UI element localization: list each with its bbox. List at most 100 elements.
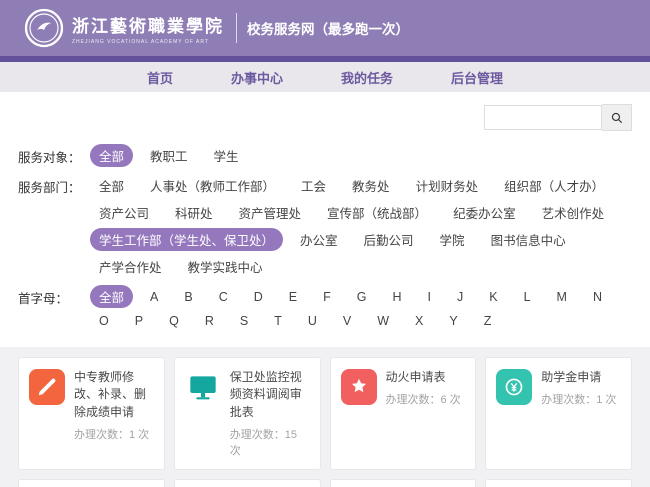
service-cards-grid: 中专教师修改、补录、删除成绩申请办理次数：1 次保卫处监控视频资料调阅审批表办理… [18,357,632,487]
filter-option[interactable]: K [480,288,506,306]
filter-row-service-target: 服务对象：全部教职工学生 [18,144,632,167]
filter-option[interactable]: 教职工 [141,144,197,167]
filter-option[interactable]: 后勤公司 [355,228,423,251]
service-card-body: 助学金申请办理次数：1 次 [541,369,616,458]
filter-option[interactable]: 工会 [292,174,335,197]
filter-option[interactable]: 资产公司 [90,201,158,224]
filter-option[interactable]: 教务处 [343,174,399,197]
filter-option[interactable]: H [383,288,410,306]
filter-option[interactable]: S [231,312,257,330]
filter-options-service-target: 全部教职工学生 [90,144,632,167]
nav-item-3[interactable]: 后台管理 [451,68,503,87]
filter-option[interactable]: 学生工作部（学生处、保卫处） [90,228,283,251]
filter-option[interactable]: M [548,288,576,306]
filter-option[interactable]: 学生 [205,144,248,167]
filter-option[interactable]: L [515,288,540,306]
filter-option[interactable]: 人事处（教师工作部） [141,174,284,197]
school-name-en: ZHEJIANG VOCATIONAL ACADEMY OF ART [72,39,224,45]
service-card[interactable]: 团委校级学生活动物资借用申请办理次数：5 次 [174,479,321,487]
service-card-count: 办理次数：1 次 [541,391,616,407]
filter-option[interactable]: 全部 [90,285,133,308]
service-card-title: 动火申请表 [386,369,461,386]
filter-option[interactable]: 资产管理处 [230,201,311,224]
filter-option[interactable]: A [141,288,167,306]
filter-label-service-department: 服务部门： [18,174,90,196]
service-card-count: 办理次数：15 次 [230,426,310,458]
school-brand: 浙江藝術職業學院 ZHEJIANG VOCATIONAL ACADEMY OF … [72,12,224,45]
service-card-body: 保卫处监控视频资料调阅审批表办理次数：15 次 [230,369,310,458]
filter-option[interactable]: U [299,312,326,330]
filter-option[interactable]: P [126,312,152,330]
header-divider [236,13,237,43]
search-icon [610,111,624,125]
filter-option[interactable]: 图书信息中心 [482,228,575,251]
filter-option[interactable]: D [245,288,272,306]
filter-option[interactable]: 教学实践中心 [179,255,272,278]
main-nav: 首页 办事中心 我的任务 后台管理 [0,62,650,92]
star-icon [341,369,377,405]
page-header: 浙江藝術職業學院 ZHEJIANG VOCATIONAL ACADEMY OF … [0,0,650,56]
service-card[interactable]: 国家奖学金申请办理次数：2 次 [330,479,477,487]
filter-option[interactable]: T [265,312,291,330]
filter-option[interactable]: E [280,288,306,306]
search-button[interactable] [602,104,632,131]
service-card-count: 办理次数：6 次 [386,391,461,407]
filter-option[interactable]: 全部 [90,174,133,197]
service-card[interactable]: 中专教师修改、补录、删除成绩申请办理次数：1 次 [18,357,165,470]
school-seal-logo [24,8,64,48]
filter-options-service-department: 全部人事处（教师工作部） 工会教务处计划财务处组织部（人才办） 资产公司科研处资产管… [90,174,632,278]
service-card[interactable]: 助学金申请办理次数：1 次 [485,357,632,470]
filter-option[interactable]: 全部 [90,144,133,167]
filter-option[interactable]: 办公室 [291,228,347,251]
filter-option[interactable]: F [314,288,340,306]
service-card[interactable]: 保卫处监控视频资料调阅审批表办理次数：15 次 [174,357,321,470]
filter-label-service-target: 服务对象： [18,144,90,166]
search-input[interactable] [484,105,602,130]
services-section: 中专教师修改、补录、删除成绩申请办理次数：1 次保卫处监控视频资料调阅审批表办理… [0,347,650,487]
pen-icon [29,369,65,405]
filter-row-service-department: 服务部门：全部人事处（教师工作部） 工会教务处计划财务处组织部（人才办） 资产公司科… [18,174,632,278]
search-row [0,92,650,133]
filters-panel: 服务对象：全部教职工学生服务部门：全部人事处（教师工作部）工会教务处计划财务处组… [0,133,650,347]
filter-option[interactable]: Y [440,312,466,330]
monitor-icon [185,369,221,405]
filter-option[interactable]: 产学合作处 [90,255,171,278]
nav-item-2[interactable]: 我的任务 [341,68,393,87]
filter-option[interactable]: 艺术创作处 [533,201,614,224]
service-card-title: 助学金申请 [541,369,616,386]
service-card[interactable]: 动火申请表办理次数：6 次 [330,357,477,470]
nav-item-0[interactable]: 首页 [147,68,173,87]
service-card-title: 中专教师修改、补录、删除成绩申请 [74,369,154,421]
filter-option[interactable]: B [175,288,201,306]
site-title: 校务服务网（最多跑一次） [247,18,409,38]
filter-option[interactable]: I [419,288,440,306]
filter-option[interactable]: R [196,312,223,330]
service-card-count: 办理次数：1 次 [74,426,154,442]
filter-option[interactable]: X [406,312,432,330]
service-card-body: 动火申请表办理次数：6 次 [386,369,461,458]
filter-option[interactable]: J [448,288,472,306]
filter-option[interactable]: 宣传部（统战部） [318,201,436,224]
filter-option[interactable]: 纪委办公室 [444,201,525,224]
filter-row-initial-letter: 首字母：全部 ABCDEFGHIJKLMN OPQRSTUVWXYZ [18,285,632,330]
service-card[interactable]: 勤工助学岗位申报办理次数：16 次 [18,479,165,487]
filter-option[interactable]: 组织部（人才办） [495,174,613,197]
filter-option[interactable]: V [334,312,360,330]
filter-option[interactable]: 计划财务处 [407,174,488,197]
filter-option[interactable]: Q [160,312,188,330]
filter-option[interactable]: G [348,288,376,306]
filter-options-initial-letter: 全部 ABCDEFGHIJKLMN OPQRSTUVWXYZ [90,285,632,330]
filter-option[interactable]: C [210,288,237,306]
service-card-title: 保卫处监控视频资料调阅审批表 [230,369,310,421]
filter-option[interactable]: 学院 [431,228,474,251]
filter-option[interactable]: W [368,312,398,330]
filter-option[interactable]: O [90,312,118,330]
filter-option[interactable]: N [584,288,611,306]
coin-icon [496,369,532,405]
service-card[interactable]: 学生校园文化、社会实践活动审批备案办理次数：1 次 [485,479,632,487]
school-name: 浙江藝術職業學院 [72,12,224,37]
filter-option[interactable]: Z [475,312,501,330]
nav-item-1[interactable]: 办事中心 [231,68,283,87]
filter-option[interactable]: 科研处 [166,201,222,224]
filter-label-initial-letter: 首字母： [18,285,90,307]
